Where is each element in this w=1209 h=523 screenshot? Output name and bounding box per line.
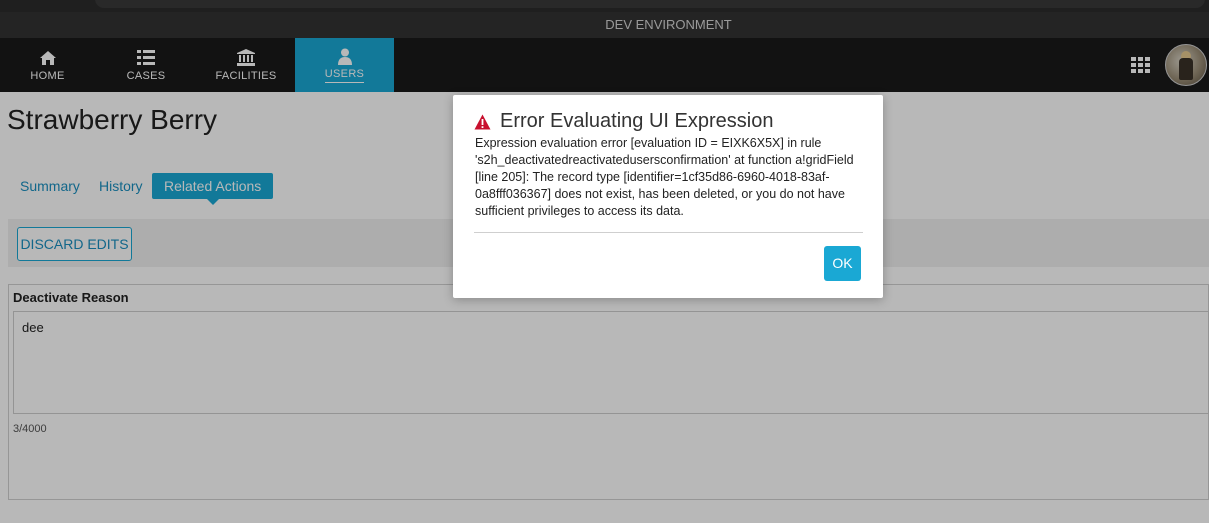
dialog-divider [474,232,863,233]
dialog-header: Error Evaluating UI Expression [474,110,773,133]
error-dialog: Error Evaluating UI Expression Expressio… [453,95,883,298]
dialog-title: Error Evaluating UI Expression [500,110,774,132]
dialog-message: Expression evaluation error [evaluation … [475,136,854,218]
warning-icon [474,114,491,130]
ok-button[interactable]: OK [824,246,861,281]
